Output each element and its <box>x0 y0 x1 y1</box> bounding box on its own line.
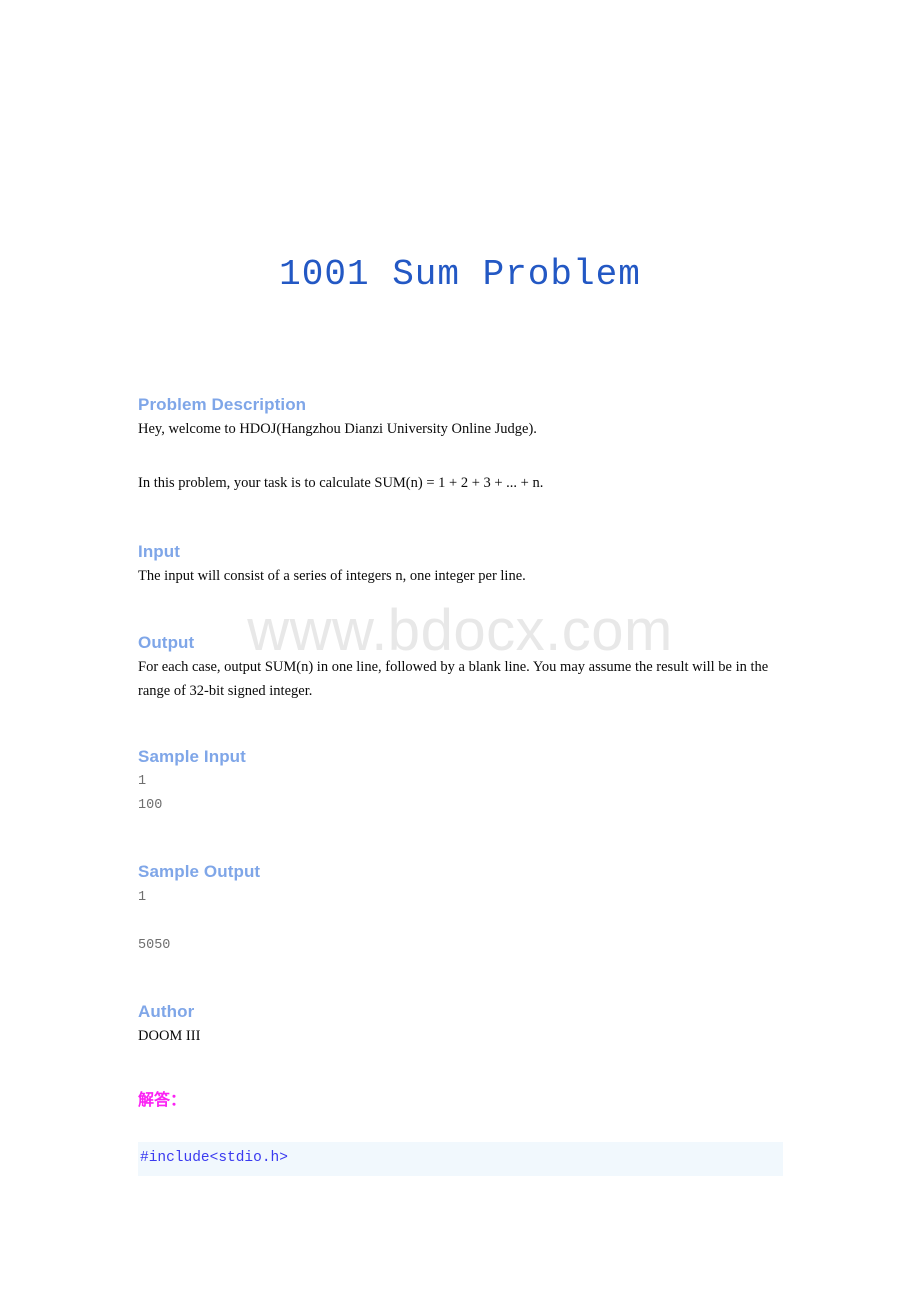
description-paragraph-1: Hey, welcome to HDOJ(Hangzhou Dianzi Uni… <box>138 421 537 438</box>
section-heading-author: Author <box>138 1001 195 1021</box>
section-output: Output For each case, output SUM(n) in o… <box>138 632 783 703</box>
section-heading-sample-input: Sample Input <box>138 747 246 767</box>
section-heading-input: Input <box>138 542 181 562</box>
sample-output-content: 1 5050 <box>138 889 171 953</box>
section-sample-input: Sample Input 1 100 <box>138 746 783 818</box>
output-paragraph: For each case, output SUM(n) in one line… <box>138 659 769 699</box>
section-heading-problem-description: Problem Description <box>138 395 307 414</box>
solution-label: 解答： <box>138 1092 187 1110</box>
section-heading-output: Output <box>138 632 195 652</box>
section-heading-sample-output: Sample Output <box>138 862 261 882</box>
section-author: Author DOOM III <box>138 1001 783 1049</box>
author-name: DOOM III <box>138 1028 201 1044</box>
input-paragraph: The input will consist of a series of in… <box>138 568 526 585</box>
section-sample-output: Sample Output 1 5050 <box>138 861 783 957</box>
sample-input-content: 1 100 <box>138 774 163 814</box>
code-block: #include<stdio.h> <box>138 1142 783 1177</box>
body-column: Problem Description Hey, welcome to HDOJ… <box>138 394 783 1177</box>
description-paragraph-2: In this problem, your task is to calcula… <box>138 474 544 491</box>
code-line-include: #include<stdio.h> <box>140 1150 288 1167</box>
document-page: www.bdocx.com 1001 Sum Problem Problem D… <box>0 0 920 1302</box>
section-problem-description: Problem Description Hey, welcome to HDOJ… <box>138 394 783 495</box>
section-input: Input The input will consist of a series… <box>138 541 783 589</box>
page-title: 1001 Sum Problem <box>279 254 641 295</box>
